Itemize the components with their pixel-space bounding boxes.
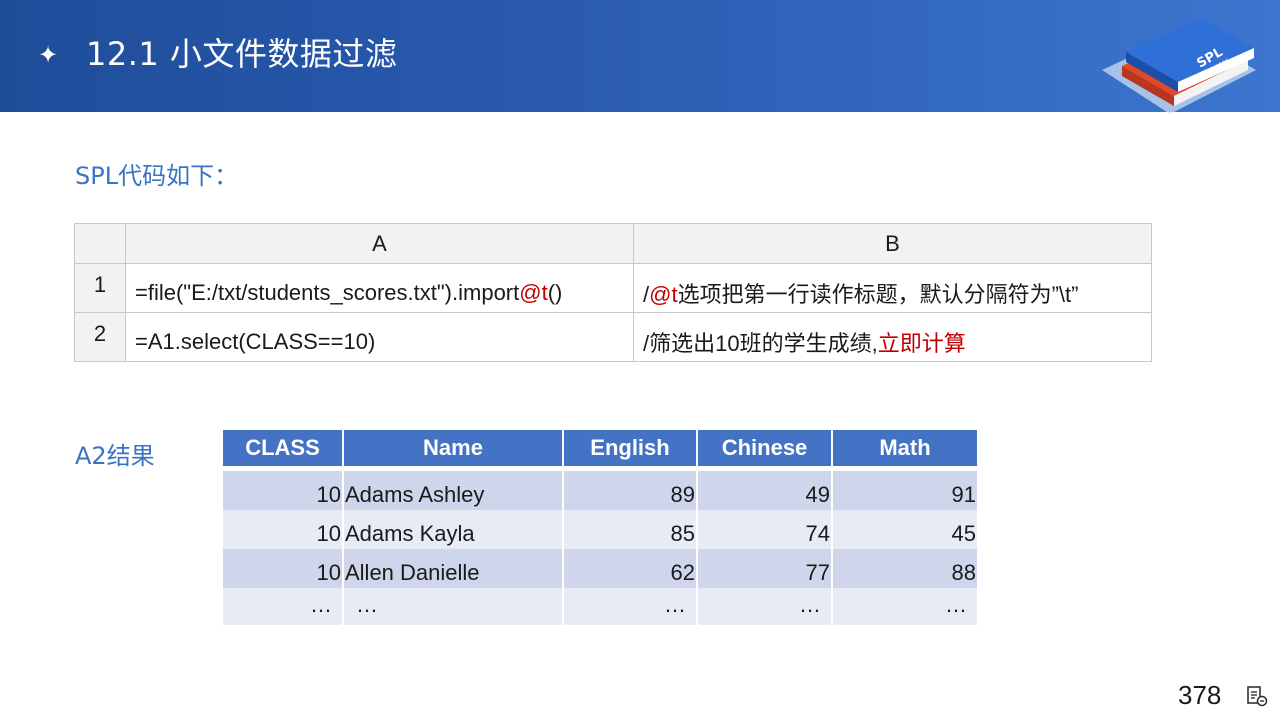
cell-b2-comment: /筛选出10班的学生成绩, [643, 331, 878, 356]
cell-a1-option: @t [519, 280, 548, 305]
result-header-row: CLASS Name English Chinese Math [223, 430, 977, 468]
table-row: 10 Adams Kayla 85 74 45 [223, 510, 977, 549]
cell-class: 10 [223, 471, 344, 510]
cell-english: 85 [564, 510, 698, 549]
row-number[interactable]: 2 [74, 312, 126, 362]
cell-a1[interactable]: =file("E:/txt/students_scores.txt").impo… [125, 263, 634, 313]
cell-name: Allen Danielle [344, 549, 564, 588]
ellipsis-chinese: … [698, 588, 833, 625]
grid-corner-cell [74, 223, 126, 264]
ellipsis-math: … [833, 588, 977, 625]
cell-chinese: 74 [698, 510, 833, 549]
slide-title: 12.1 小文件数据过滤 [86, 35, 398, 73]
cell-class: 10 [223, 510, 344, 549]
header-name: Name [344, 430, 564, 468]
column-header-a[interactable]: A [125, 223, 634, 264]
cell-math: 45 [833, 510, 977, 549]
header-chinese: Chinese [698, 430, 833, 468]
code-label: SPL代码如下： [75, 162, 239, 190]
cell-name: Adams Kayla [344, 510, 564, 549]
cell-a1-code-end: () [547, 280, 563, 305]
table-row-ellipsis: … … … … … [223, 588, 977, 625]
cell-b2-highlight: 立即计算 [877, 331, 966, 356]
column-header-b[interactable]: B [633, 223, 1152, 264]
ellipsis-name: … [344, 588, 564, 625]
grid-row-1: 1 =file("E:/txt/students_scores.txt").im… [74, 263, 1152, 313]
cell-math: 91 [833, 471, 977, 510]
cell-a2[interactable]: =A1.select(CLASS==10) [125, 312, 634, 362]
header-english: English [564, 430, 698, 468]
a2-result-table: CLASS Name English Chinese Math 10 Adams… [223, 430, 977, 625]
cell-chinese: 77 [698, 549, 833, 588]
cell-math: 88 [833, 549, 977, 588]
cell-english: 89 [564, 471, 698, 510]
ellipsis-class: … [223, 588, 344, 625]
grid-header-row: A B [74, 223, 1152, 264]
star-icon: ✦ [38, 41, 59, 69]
spl-cookbook-logo: SPL COOKBOOK [1102, 18, 1256, 114]
cell-name: Adams Ashley [344, 471, 564, 510]
header-class: CLASS [223, 430, 344, 468]
table-row: 10 Allen Danielle 62 77 88 [223, 549, 977, 588]
spl-code-grid: A B 1 =file("E:/txt/students_scores.txt"… [74, 223, 1152, 362]
cell-b1[interactable]: /@t选项把第一行读作标题，默认分隔符为”\t” [633, 263, 1152, 313]
header-math: Math [833, 430, 977, 468]
result-label: A2结果 [75, 442, 155, 470]
presentation-notes-icon[interactable] [1246, 685, 1268, 707]
cell-b1-option: @t [649, 282, 678, 307]
ellipsis-english: … [564, 588, 698, 625]
cell-b1-comment: 选项把第一行读作标题，默认分隔符为”\t” [677, 282, 1079, 307]
cell-b2[interactable]: /筛选出10班的学生成绩,立即计算 [633, 312, 1152, 362]
cell-a1-code: =file("E:/txt/students_scores.txt").impo… [135, 280, 520, 305]
table-row: 10 Adams Ashley 89 49 91 [223, 471, 977, 510]
page-number: 378 [1178, 680, 1222, 710]
cell-english: 62 [564, 549, 698, 588]
cell-chinese: 49 [698, 471, 833, 510]
slide-header: ✦ 12.1 小文件数据过滤 [0, 0, 1280, 112]
cell-class: 10 [223, 549, 344, 588]
row-number[interactable]: 1 [74, 263, 126, 313]
grid-row-2: 2 =A1.select(CLASS==10) /筛选出10班的学生成绩,立即计… [74, 312, 1152, 362]
